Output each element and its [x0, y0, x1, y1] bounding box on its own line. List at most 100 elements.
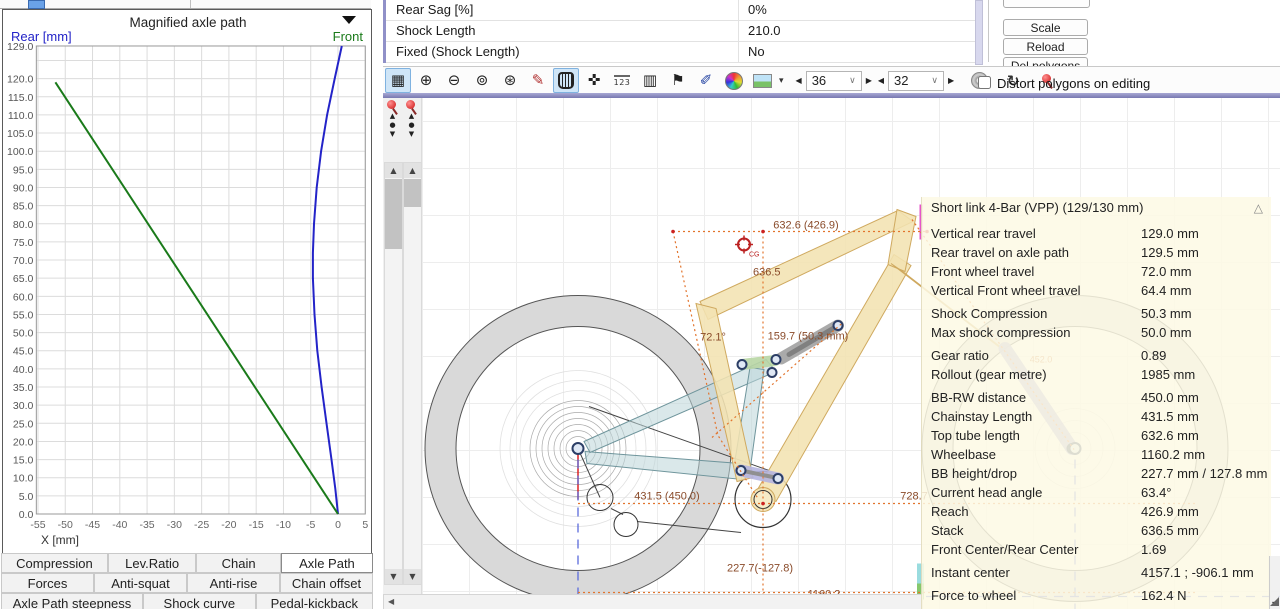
toolbar-icons: ▦ ⊕ ⊖ ⊚ ⊛ ✎ ✜ 123 ▥ ⚑ ✐ ▾ — [383, 68, 786, 93]
chevron-down-icon[interactable]: ∨ — [931, 76, 938, 86]
stat-group: Instant center 4157.1 ; -906.1 mm — [922, 563, 1271, 582]
stat-value: 450.0 mm — [1141, 390, 1199, 405]
derailleur-pulley-lower — [613, 512, 639, 537]
stat-label: Shock Compression — [931, 306, 1048, 321]
zoom-out-icon[interactable]: ⊖ — [441, 68, 467, 93]
spinner-right[interactable]: 32 ∨ — [888, 70, 944, 91]
horizontal-scrollbar[interactable]: ◀ — [383, 594, 923, 609]
cut-off-button[interactable] — [1003, 0, 1090, 8]
scrollbar-thumb[interactable] — [404, 179, 421, 207]
resize-corner-icon[interactable] — [1270, 597, 1279, 606]
draw-tool-icon[interactable]: ✎ — [525, 68, 551, 93]
stat-row: BB-RW distance 450.0 mm — [922, 388, 1271, 407]
tab-lev-ratio[interactable]: Lev.Ratio — [107, 553, 197, 573]
scale-button[interactable]: Scale — [1003, 19, 1088, 36]
zoom-fit-icon[interactable]: ⊛ — [497, 68, 523, 93]
reload-button[interactable]: Reload — [1003, 38, 1088, 55]
vertical-scrollbar-2[interactable]: ▲ ▼ — [403, 162, 422, 585]
spinner-right-increment[interactable]: ▶ — [948, 76, 954, 85]
stat-label: Front Center/Rear Center — [931, 542, 1079, 557]
tab-forces[interactable]: Forces — [1, 573, 94, 593]
stat-value: 50.3 mm — [1141, 306, 1192, 321]
tab-anti-rise[interactable]: Anti-rise — [187, 573, 280, 593]
fine-adjust-left[interactable]: ▲ ● ▼ — [384, 112, 401, 139]
chart-tab-bar: Compression Lev.Ratio Chain Axle Path Forces… — [1, 553, 374, 609]
spinner-left-increment[interactable]: ▶ — [866, 76, 872, 85]
param-value[interactable]: No — [738, 42, 973, 62]
tab-compression[interactable]: Compression — [1, 553, 108, 573]
stat-label: Front wheel travel — [931, 264, 1035, 279]
y-tick-label: 120.0 — [7, 74, 33, 86]
parameter-table: Rear Sag [%] 0% Shock Length 210.0 Fixed (Sh… — [386, 0, 975, 63]
background-image-icon[interactable] — [749, 68, 775, 93]
grid-icon[interactable]: ▦ — [385, 68, 411, 93]
table-row: Fixed (Shock Length) No — [386, 42, 975, 63]
stat-label: Wheelbase — [931, 447, 997, 462]
scroll-left-icon[interactable]: ◀ — [388, 595, 394, 608]
tab-pedal-kickback[interactable]: Pedal-kickback — [255, 593, 373, 609]
chart-front-axis-label: Front — [333, 29, 364, 44]
app-window: Magnified axle path Rear [mm] Front 129.… — [0, 0, 1280, 609]
chevron-down-icon[interactable]: ▾ — [779, 76, 784, 86]
flag-points-icon[interactable]: ⚑ — [665, 68, 691, 93]
center-of-gravity-marker[interactable]: CG — [735, 235, 760, 259]
scroll-down-icon[interactable]: ▼ — [385, 569, 402, 584]
x-tick-label: -5 — [306, 519, 315, 531]
geometry-stats-panel: Short link 4-Bar (VPP) (129/130 mm) △ Ve… — [921, 197, 1271, 609]
y-tick-label: 45.0 — [13, 346, 34, 358]
measure-icon[interactable]: 123 — [609, 68, 635, 93]
scrollbar-thumb[interactable] — [385, 179, 402, 249]
scroll-down-icon[interactable]: ▼ — [404, 569, 421, 584]
tab-axle-path[interactable]: Axle Path — [280, 553, 374, 573]
spinner-left-decrement[interactable]: ◀ — [796, 76, 802, 85]
distort-polygons-label: Distort polygons on editing — [997, 76, 1151, 91]
color-wheel-icon[interactable] — [721, 68, 747, 93]
stat-group: Shock Compression 50.3 mm Max shock compre… — [922, 304, 1271, 342]
pan-hand-icon[interactable] — [553, 68, 579, 93]
y-tick-label: 95.0 — [13, 164, 34, 176]
y-tick-label: 115.0 — [8, 92, 34, 104]
fine-adjust-right[interactable]: ▲ ● ▼ — [403, 112, 420, 139]
canvas-left-controls: ▲ ● ▼ ▲ ● ▼ ▲ ▼ ▲ ▼ — [383, 98, 422, 609]
mini-toolbar-icon[interactable] — [28, 0, 45, 9]
stat-group: Gear ratio 0.89 Rollout (gear metre) 1985 m… — [922, 346, 1271, 384]
collapse-triangle-icon[interactable]: △ — [1254, 197, 1263, 219]
tab-chain-offset[interactable]: Chain offset — [280, 573, 373, 593]
param-value[interactable]: 210.0 — [738, 21, 973, 41]
stat-label: Gear ratio — [931, 348, 989, 363]
spinner-right-decrement[interactable]: ◀ — [878, 76, 884, 85]
zoom-in-icon[interactable]: ⊕ — [413, 68, 439, 93]
stat-value: 426.9 mm — [1141, 504, 1199, 519]
param-value[interactable]: 0% — [738, 0, 973, 20]
stat-row: Force to wheel 162.4 N — [922, 586, 1271, 605]
distort-polygons-checkbox[interactable] — [978, 76, 991, 89]
y-tick-label: 110.0 — [8, 110, 34, 122]
stat-label: Rollout (gear metre) — [931, 367, 1047, 382]
tab-axle-path-steepness[interactable]: Axle Path steepness — [1, 593, 144, 609]
x-tick-label: -45 — [85, 519, 100, 531]
stat-value: 636.5 mm — [1141, 523, 1199, 538]
scroll-up-icon[interactable]: ▲ — [404, 163, 421, 178]
chart-front-dropdown-icon[interactable] — [342, 16, 356, 24]
chevron-down-icon[interactable]: ∨ — [849, 76, 856, 86]
zoom-region-icon[interactable]: ⊚ — [469, 68, 495, 93]
stat-label: BB height/drop — [931, 466, 1018, 481]
stats-panel-header: Short link 4-Bar (VPP) (129/130 mm) △ — [922, 197, 1271, 220]
scroll-up-icon[interactable]: ▲ — [385, 163, 402, 178]
snap-layout-icon[interactable]: ▥ — [637, 68, 663, 93]
tab-chain[interactable]: Chain — [196, 553, 281, 573]
chart-plot-area: 129.0 120.0 115.0 110.0 105.0 100.0 95.0 90.0 85… — [7, 41, 368, 531]
y-tick-label: 129.0 — [7, 41, 33, 53]
stat-row: Current head angle 63.4° — [922, 483, 1271, 502]
polygon-edit-icon[interactable]: ✐ — [693, 68, 719, 93]
tab-anti-squat[interactable]: Anti-squat — [94, 573, 187, 593]
x-tick-label: -20 — [221, 519, 236, 531]
spinner-right-value: 32 — [894, 73, 909, 88]
move-points-icon[interactable]: ✜ — [581, 68, 607, 93]
stat-label: Force to wheel — [931, 588, 1017, 603]
vertical-scrollbar-1[interactable]: ▲ ▼ — [384, 162, 403, 585]
spinner-left[interactable]: 36 ∨ — [805, 70, 862, 91]
table-scrollbar[interactable] — [975, 0, 983, 65]
stat-value: 64.4 mm — [1141, 283, 1192, 298]
tab-shock-curve[interactable]: Shock curve — [143, 593, 256, 609]
